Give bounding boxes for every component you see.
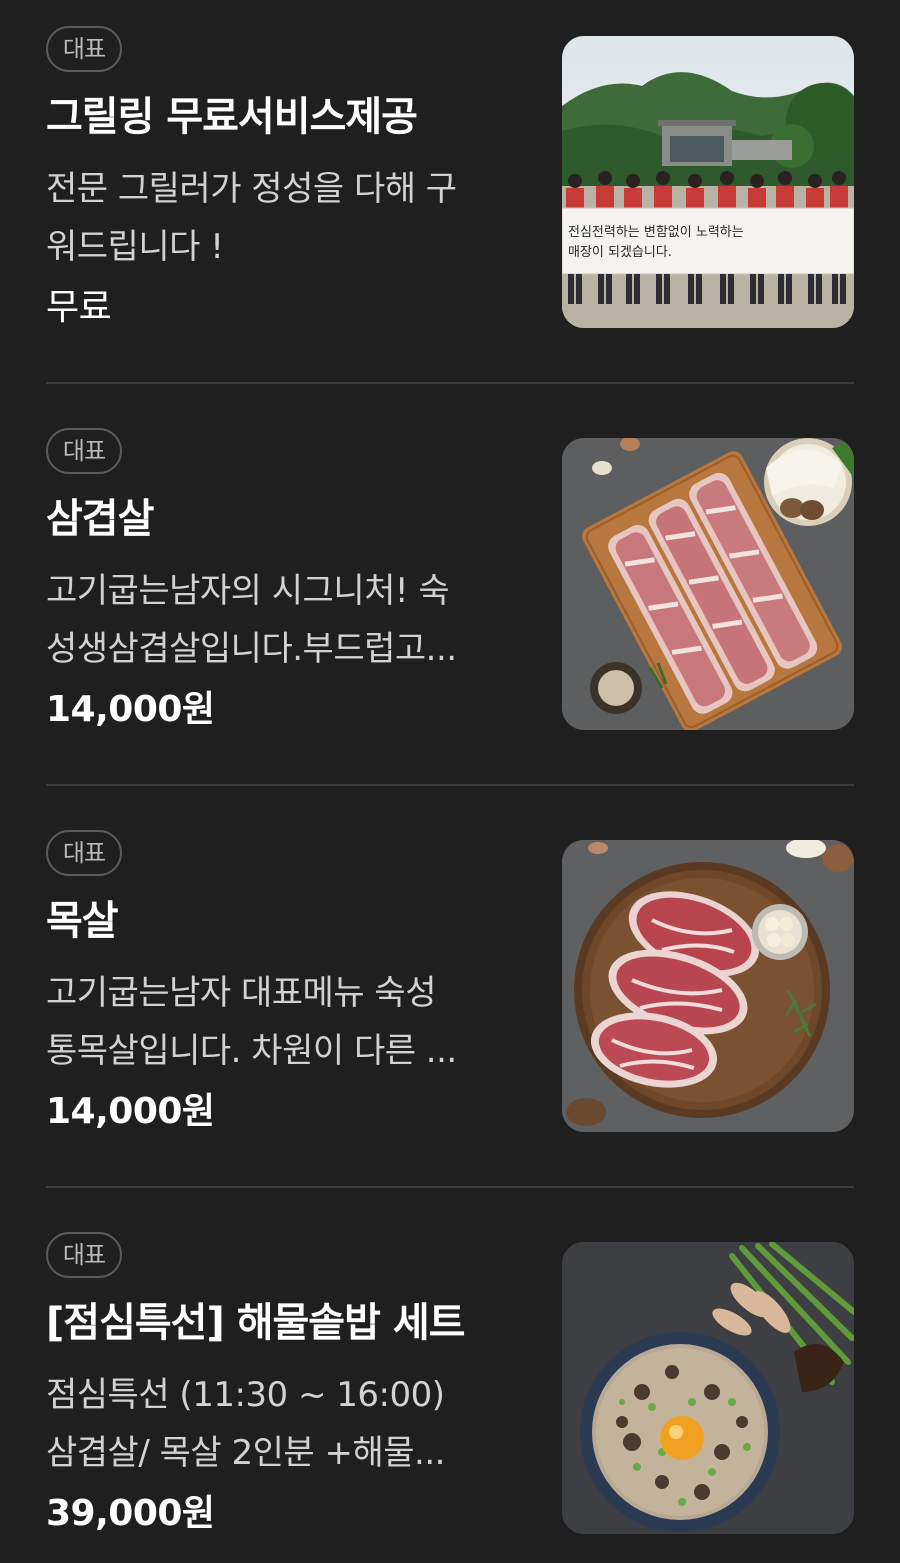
pork-belly-thumbnail[interactable] (562, 438, 854, 730)
signature-badge: 대표 (46, 830, 122, 876)
menu-item-price: 14,000원 (46, 689, 215, 730)
group-photo-image: 전심전력하는 변함없이 노력하는 매장이 되겠습니다. (562, 36, 854, 328)
signature-badge: 대표 (46, 1232, 122, 1278)
banner-text: 매장이 되겠습니다. (568, 245, 672, 260)
menu-item-title: 목살 (46, 898, 119, 944)
pork-neck-image (562, 840, 854, 1132)
menu-item-description: 전문 그릴러가 정성을 다해 구 워드립니다 ! (46, 160, 526, 276)
menu-item-title: 그릴링 무료서비스제공 (46, 94, 418, 140)
description-line: 고기굽는남자 대표메뉴 숙성 (46, 973, 436, 1013)
menu-item-price: 39,000원 (46, 1493, 215, 1534)
divider (46, 784, 854, 786)
menu-item-title: [점심특선] 해물솥밥 세트 (46, 1300, 465, 1346)
menu-item-description: 고기굽는남자 대표메뉴 숙성 통목살입니다. 차원이 다른 ... (46, 964, 526, 1080)
description-line: 통목살입니다. 차원이 다른 ... (46, 1031, 457, 1071)
pork-belly-image (562, 438, 854, 730)
group-photo-thumbnail[interactable]: 전심전력하는 변함없이 노력하는 매장이 되겠습니다. (562, 36, 854, 328)
menu-item-pork-neck[interactable]: 대표 목살 고기굽는남자 대표메뉴 숙성 통목살입니다. 차원이 다른 ... … (46, 830, 854, 1132)
menu-item-price: 14,000원 (46, 1091, 215, 1132)
seafood-pot-rice-image (562, 1242, 854, 1534)
pork-neck-thumbnail[interactable] (562, 840, 854, 1132)
menu-list: 대표 그릴링 무료서비스제공 전문 그릴러가 정성을 다해 구 워드립니다 ! … (0, 0, 900, 1563)
banner-text: 전심전력하는 변함없이 노력하는 (568, 225, 744, 240)
menu-item-title: 삼겹살 (46, 496, 154, 542)
signature-badge: 대표 (46, 26, 122, 72)
description-line: 전문 그릴러가 정성을 다해 구 (46, 169, 457, 209)
menu-item-price: 무료 (46, 287, 112, 328)
description-line: 삼겹살/ 목살 2인분 +해물... (46, 1433, 445, 1473)
signature-badge: 대표 (46, 428, 122, 474)
divider (46, 1186, 854, 1188)
description-line: 점심특선 (11:30 ~ 16:00) (46, 1375, 445, 1415)
menu-item-lunch-seafood-pot-rice-set[interactable]: 대표 [점심특선] 해물솥밥 세트 점심특선 (11:30 ~ 16:00) 삼… (46, 1232, 854, 1534)
description-line: 고기굽는남자의 시그니처! 숙 (46, 571, 450, 611)
divider (46, 382, 854, 384)
description-line: 워드립니다 ! (46, 227, 224, 267)
description-line: 성생삼겹살입니다.부드럽고... (46, 629, 457, 669)
seafood-pot-rice-thumbnail[interactable] (562, 1242, 854, 1534)
menu-item-description: 고기굽는남자의 시그니처! 숙 성생삼겹살입니다.부드럽고... (46, 562, 526, 678)
menu-item-description: 점심특선 (11:30 ~ 16:00) 삼겹살/ 목살 2인분 +해물... (46, 1366, 526, 1482)
menu-item-grilling-service[interactable]: 대표 그릴링 무료서비스제공 전문 그릴러가 정성을 다해 구 워드립니다 ! … (46, 26, 854, 328)
menu-item-pork-belly[interactable]: 대표 삼겹살 고기굽는남자의 시그니처! 숙 성생삼겹살입니다.부드럽고... … (46, 428, 854, 730)
